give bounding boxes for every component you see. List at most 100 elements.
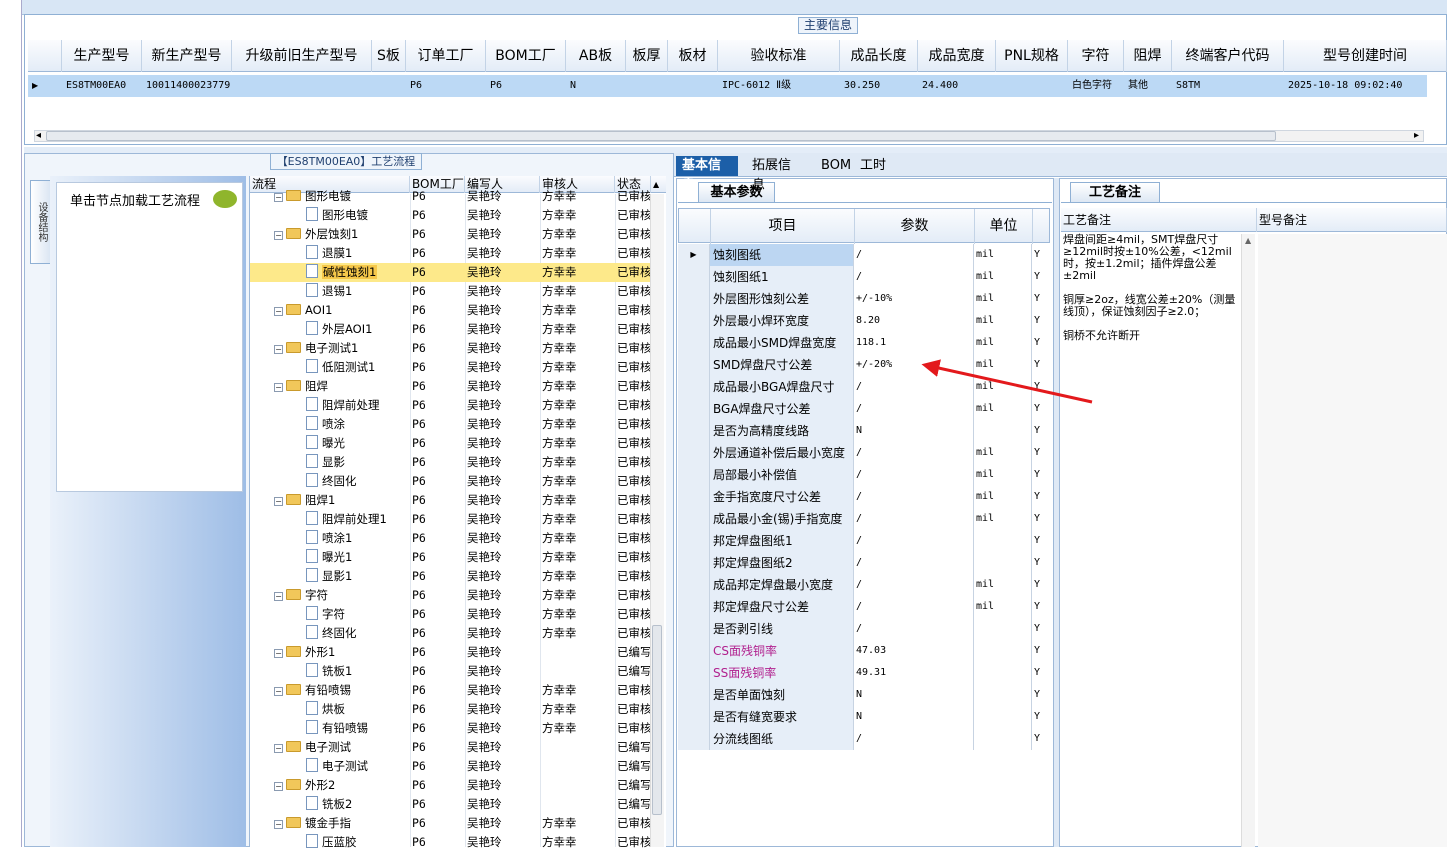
main-col-header[interactable]: 验收标准 [718,40,840,72]
params-row[interactable]: 蚀刻图纸1/mil Y [678,266,1050,288]
params-row[interactable]: 是否有缝宽要求 N Y [678,706,1050,728]
tree-node[interactable]: 阻焊前处理1 [250,510,408,529]
tree-node[interactable]: 曝光 [250,434,408,453]
main-cell[interactable]: 30.250 [842,75,918,97]
tree-row[interactable]: − 阻焊 P6 吴艳玲 方幸幸 已审核 [250,377,650,396]
param-value-field[interactable]: / [854,728,974,750]
main-cell[interactable] [998,75,1068,97]
collapse-icon[interactable]: − [274,383,283,392]
main-cell[interactable]: N [568,75,626,97]
params-row[interactable]: 外层最小焊环宽度 8.20 mil Y [678,310,1050,332]
param-value-field[interactable]: / [854,618,974,640]
param-value-field[interactable]: / [854,464,974,486]
param-value-field[interactable]: / [854,574,974,596]
tree-row[interactable]: 字符 P6 吴艳玲 方幸幸 已审核 [250,605,650,624]
params-row[interactable]: 金手指宽度尺寸公差 / mil Y [678,486,1050,508]
tree-node[interactable]: − 外形1 [250,643,408,662]
collapse-icon[interactable]: − [274,782,283,791]
params-row[interactable]: 邦定焊盘图纸2/ Y [678,552,1050,574]
main-col-header[interactable]: 生产型号 [62,40,142,72]
collapse-icon[interactable]: − [274,193,283,202]
tree-row[interactable]: 终固化 P6 吴艳玲 方幸幸 已审核 [250,624,650,643]
main-cell[interactable]: 24.400 [920,75,996,97]
main-cell[interactable]: P6 [408,75,486,97]
tree-row[interactable]: − 阻焊1 P6 吴艳玲 方幸幸 已审核 [250,491,650,510]
main-col-header[interactable]: 新生产型号 [142,40,232,72]
param-value-field[interactable]: / [854,486,974,508]
tree-row[interactable]: 电子测试 P6 吴艳玲 已编写 [250,757,650,776]
tree-node[interactable]: 终固化 [250,472,408,491]
scroll-left-icon[interactable]: ◂ [36,130,41,142]
tree-row[interactable]: − 电子测试1 P6 吴艳玲 方幸幸 已审核 [250,339,650,358]
main-cell[interactable] [628,75,668,97]
tree-node[interactable]: − 阻焊1 [250,491,408,510]
tree-row[interactable]: 阻焊前处理1 P6 吴艳玲 方幸幸 已审核 [250,510,650,529]
params-row[interactable]: 外层图形蚀刻公差 +/-10% mil Y [678,288,1050,310]
collapse-icon[interactable]: − [274,307,283,316]
tree-row[interactable]: − 电子测试 P6 吴艳玲 已编写 [250,738,650,757]
params-col-header[interactable]: 参数 [855,209,975,244]
tree-row[interactable]: 碱性蚀刻1 P6 吴艳玲 方幸幸 已审核 [250,263,650,282]
tree-node[interactable]: 终固化 [250,624,408,643]
tree-row[interactable]: 终固化 P6 吴艳玲 方幸幸 已审核 [250,472,650,491]
tree-node[interactable]: 退膜1 [250,244,408,263]
param-value-field[interactable]: / [854,398,974,420]
tree-row[interactable]: 烘板 P6 吴艳玲 方幸幸 已审核 [250,700,650,719]
tree-row[interactable]: − 外形1 P6 吴艳玲 已编写 [250,643,650,662]
main-col-header[interactable]: 成品宽度 [918,40,996,72]
tree-row[interactable]: − 有铅喷锡 P6 吴艳玲 方幸幸 已审核 [250,681,650,700]
main-cell[interactable]: S8TM [1174,75,1284,97]
param-value-field[interactable]: N [854,420,974,442]
collapse-icon[interactable]: − [274,231,283,240]
tree-row[interactable]: 低阻测试1 P6 吴艳玲 方幸幸 已审核 [250,358,650,377]
tree-node[interactable]: 退锡1 [250,282,408,301]
tree-node[interactable]: − 有铅喷锡 [250,681,408,700]
main-col-header[interactable]: PNL规格 [996,40,1068,72]
main-col-header[interactable]: 字符 [1068,40,1124,72]
param-value-field[interactable]: / [854,530,974,552]
tree-row[interactable]: 外层AOI1 P6 吴艳玲 方幸幸 已审核 [250,320,650,339]
tab-detail[interactable]: 工时 [854,156,892,176]
tree-node[interactable]: − 外层蚀刻1 [250,225,408,244]
params-col-header[interactable]: 项目 [711,209,855,244]
param-value-field[interactable]: / [854,442,974,464]
tree-node[interactable]: 喷涂1 [250,529,408,548]
tree-node[interactable]: 字符 [250,605,408,624]
notes-scroll-up-icon[interactable]: ▲ [1245,236,1251,245]
main-col-header[interactable]: 终端客户代码 [1172,40,1284,72]
tree-node[interactable]: 外层AOI1 [250,320,408,339]
tab-detail[interactable]: 拓展信息 [746,156,808,193]
main-cell[interactable] [234,75,372,97]
main-col-header[interactable]: 板材 [668,40,718,72]
param-value-field[interactable]: / [854,376,974,398]
param-value-field[interactable]: 8.20 [854,310,974,332]
main-col-header[interactable]: 订单工厂 [406,40,486,72]
tree-node[interactable]: 阻焊前处理 [250,396,408,415]
tree-node[interactable]: 低阻测试1 [250,358,408,377]
model-note-area[interactable] [1258,234,1447,847]
main-col-header[interactable]: S板 [372,40,406,72]
collapse-icon[interactable]: − [274,687,283,696]
tree-row[interactable]: 退膜1 P6 吴艳玲 方幸幸 已审核 [250,244,650,263]
main-info-row[interactable]: ▶ ES8TM00EA0 10011400023779 P6 P6 N IPC-6012 Ⅱ… [28,75,1427,97]
param-value-field[interactable]: 49.31 [854,662,974,684]
param-value-field[interactable]: / [854,244,974,266]
params-row[interactable]: BGA焊盘尺寸公差 / mil Y [678,398,1050,420]
params-row[interactable]: 邦定焊盘图纸1/ Y [678,530,1050,552]
tree-node[interactable]: 铣板1 [250,662,408,681]
param-value-field[interactable]: 47.03 [854,640,974,662]
main-col-header[interactable]: 型号创建时间 [1284,40,1447,72]
collapse-icon[interactable]: − [274,497,283,506]
params-row[interactable]: SMD焊盘尺寸公差 +/-20% mil Y [678,354,1050,376]
tree-node[interactable]: − 阻焊 [250,377,408,396]
tree-row[interactable]: 喷涂 P6 吴艳玲 方幸幸 已审核 [250,415,650,434]
tree-node[interactable]: 显影1 [250,567,408,586]
collapse-icon[interactable]: − [274,820,283,829]
tree-node[interactable]: 显影 [250,453,408,472]
tree-row[interactable]: − 镀金手指 P6 吴艳玲 方幸幸 已审核 [250,814,650,833]
tree-node[interactable]: − 图形电镀 [250,187,408,206]
side-tab-device-structure[interactable]: 设备结构 [30,180,50,264]
tree-row[interactable]: − 外层蚀刻1 P6 吴艳玲 方幸幸 已审核 [250,225,650,244]
params-row[interactable]: 成品最小金(锡)手指宽度 / mil Y [678,508,1050,530]
tree-row[interactable]: 阻焊前处理 P6 吴艳玲 方幸幸 已审核 [250,396,650,415]
